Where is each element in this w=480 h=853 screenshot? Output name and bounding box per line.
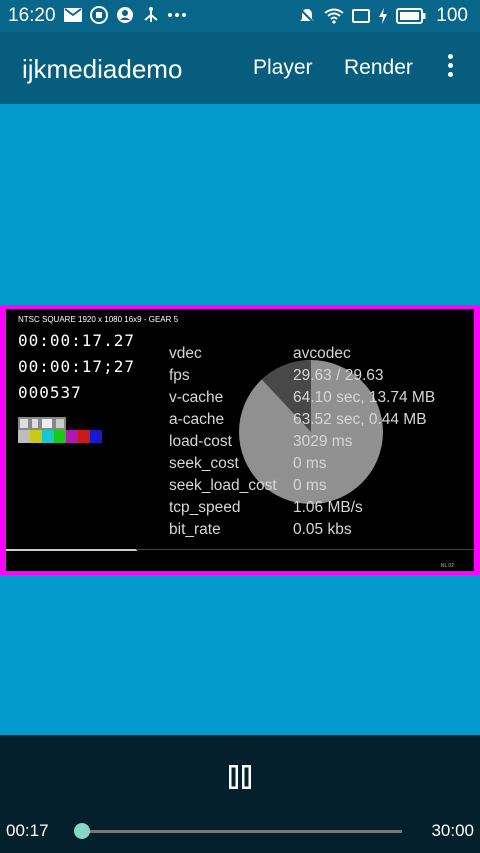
stat-value: 0 ms — [293, 455, 327, 472]
stat-key: v-cache — [169, 389, 224, 406]
video-buffer-track — [136, 549, 474, 550]
wifi-icon — [324, 8, 344, 24]
color-bars-icon — [18, 417, 102, 443]
video-corner-label: NL 02 — [440, 563, 454, 569]
stat-value: 1.06 MB/s — [293, 499, 363, 516]
timecode-2: 00:00:17;27 — [18, 357, 135, 376]
battery-icon — [396, 8, 426, 24]
menu-render-button[interactable]: Render — [344, 56, 413, 80]
status-right-icons: 100 — [298, 5, 468, 27]
more-dots-icon — [168, 13, 186, 17]
stat-value: 64.10 sec, 13.74 MB — [293, 389, 436, 406]
stat-value: 3029 ms — [293, 433, 353, 450]
stat-value: 29.63 / 29.63 — [293, 367, 384, 384]
notifications-off-icon — [299, 8, 316, 24]
charging-icon — [379, 8, 388, 24]
download-badge-icon — [90, 6, 108, 24]
app-bar: ijkmediademo Player Render — [0, 32, 480, 104]
mail-icon — [64, 8, 82, 22]
cast-icon — [352, 9, 371, 23]
video-buffer-bar — [6, 549, 138, 551]
status-left-icons — [64, 6, 186, 24]
app-title: ijkmediademo — [22, 54, 183, 84]
stat-key: bit_rate — [169, 521, 221, 538]
frame-counter: 000537 — [18, 383, 82, 402]
seek-bar[interactable] — [82, 830, 402, 833]
battery-level: 100 — [436, 5, 468, 26]
stat-key: vdec — [169, 345, 202, 362]
stat-key: tcp_speed — [169, 499, 241, 516]
account-icon — [117, 7, 133, 23]
media-controls: 00:17 30:00 — [0, 735, 480, 853]
usb-icon — [144, 7, 158, 22]
stat-key: fps — [169, 367, 190, 384]
stat-key: seek_load_cost — [169, 477, 277, 494]
video-header-text: NTSC SQUARE 1920 x 1080 16x9 - GEAR 5 — [18, 315, 179, 324]
stat-key: seek_cost — [169, 455, 239, 472]
video-player[interactable]: NTSC SQUARE 1920 x 1080 16x9 - GEAR 5 00… — [0, 305, 480, 575]
stat-key: a-cache — [169, 411, 225, 428]
status-time: 16:20 — [8, 5, 56, 26]
stat-value: 0 ms — [293, 477, 327, 494]
stat-key: load-cost — [169, 433, 232, 450]
video-surface[interactable]: NTSC SQUARE 1920 x 1080 16x9 - GEAR 5 00… — [6, 309, 474, 571]
more-vert-icon[interactable] — [440, 54, 460, 82]
stat-value: 63.52 sec, 0.44 MB — [293, 411, 427, 428]
status-bar: 16:20 100 — [0, 0, 480, 32]
pause-icon[interactable] — [226, 763, 254, 791]
current-time: 00:17 — [6, 821, 49, 840]
stat-value: avcodec — [293, 345, 351, 362]
menu-player-button[interactable]: Player — [253, 56, 313, 80]
seek-thumb[interactable] — [74, 823, 90, 839]
total-time: 30:00 — [431, 821, 474, 840]
stat-value: 0.05 kbs — [293, 521, 352, 538]
timecode-1: 00:00:17.27 — [18, 331, 135, 350]
